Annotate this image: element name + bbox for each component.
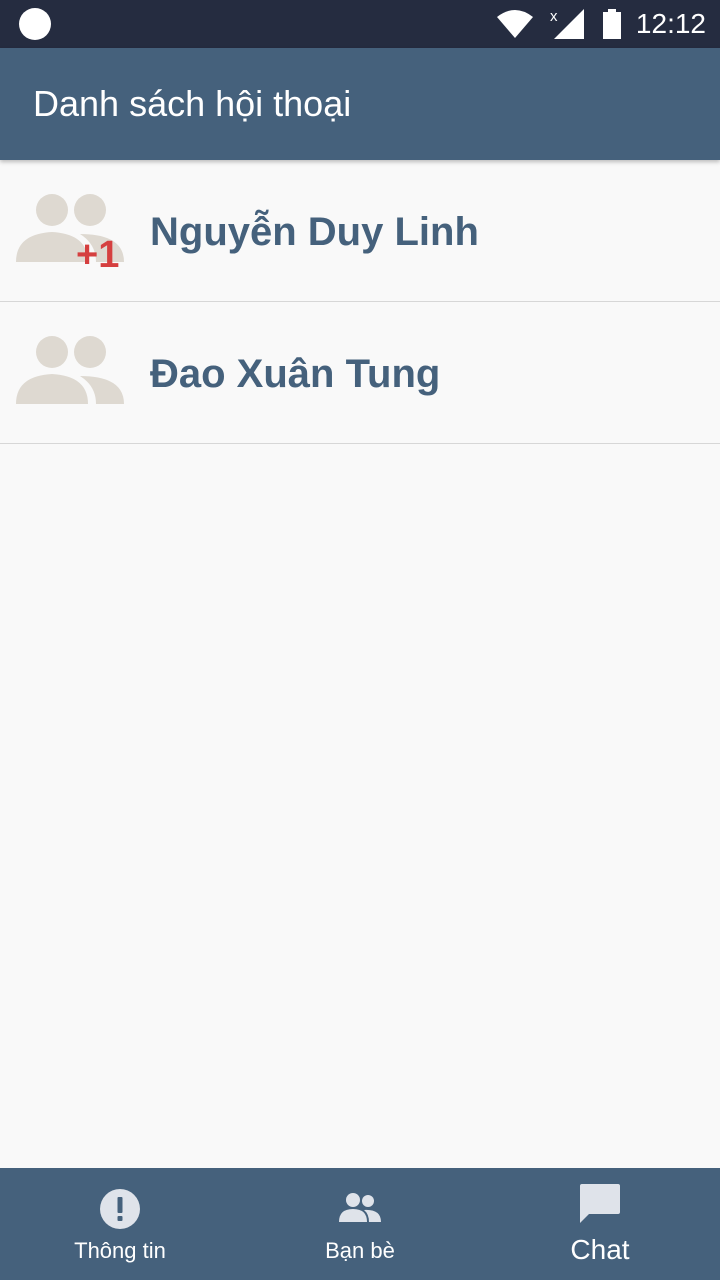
page-title: Danh sách hội thoại [33,83,352,124]
nav-item-friends[interactable]: Bạn bè [240,1168,480,1280]
conversation-name: Đao Xuân Tung [150,352,441,396]
group-avatar-icon [16,336,124,404]
cellular-no-data-icon: x [550,8,584,39]
wifi-icon [496,10,533,38]
app-bar: Danh sách hội thoại [0,48,720,160]
svg-text:x: x [550,8,558,25]
chat-bubble-icon [580,1184,620,1223]
bottom-nav: Thông tin Bạn bè Chat [0,1168,720,1280]
battery-icon [602,9,621,39]
status-icons: x 12:12 [496,0,706,48]
nav-label: Chat [570,1234,630,1265]
conversation-list: +1 Nguyễn Duy Linh Đao Xuân Tung [0,160,720,444]
status-time: 12:12 [635,8,706,39]
nav-item-chat[interactable]: Chat [480,1168,720,1280]
nav-label: Thông tin [74,1238,166,1263]
conversation-item-nguyen-duy-linh[interactable]: +1 Nguyễn Duy Linh [0,160,720,302]
nav-item-info[interactable]: Thông tin [0,1168,240,1280]
unread-badge: +1 [76,234,120,276]
conversation-name: Nguyễn Duy Linh [150,210,479,254]
circle-notification-icon [19,8,51,40]
nav-label: Bạn bè [325,1238,395,1263]
status-bar: x 12:12 [0,0,720,48]
info-alert-icon [100,1189,140,1229]
conversation-item-dao-xuan-tung[interactable]: Đao Xuân Tung [0,302,720,444]
friends-icon [339,1193,381,1222]
